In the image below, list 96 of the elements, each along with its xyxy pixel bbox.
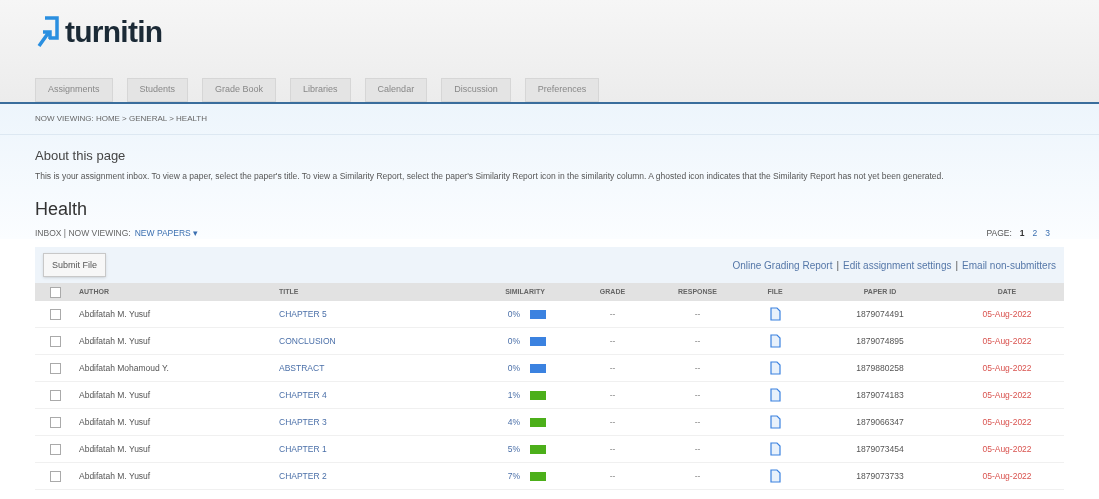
document-icon[interactable] [769,442,781,457]
response-cell: -- [694,307,701,321]
similarity-percent[interactable]: 4% [507,415,520,429]
paper-title-link[interactable]: CHAPTER 1 [279,443,327,454]
document-icon[interactable] [769,469,781,484]
date-cell: 05-Aug-2022 [982,415,1032,429]
checkbox[interactable] [49,308,61,320]
grade-cell: -- [609,388,616,402]
toolbar-link[interactable]: Edit assignment settings [843,257,952,273]
similarity-bar[interactable] [530,417,546,427]
nav-tab[interactable]: Calendar [364,78,428,102]
checkbox[interactable] [49,416,61,428]
grade-cell: -- [609,334,616,348]
paper-id-cell: 1879066347 [856,415,904,429]
document-icon[interactable] [769,334,781,349]
turnitin-logo[interactable]: turnitin [35,12,163,52]
paper-id-cell: 1879073454 [856,442,904,456]
response-cell: -- [694,415,701,429]
similarity-bar[interactable] [530,309,546,319]
breadcrumb: NOW VIEWING: HOME > GENERAL > HEALTH [35,113,208,125]
page-label: PAGE: [986,226,1012,240]
paper-id-cell: 1879074491 [856,307,904,321]
nav-tab[interactable]: Preferences [524,78,600,102]
about-title: About this page [35,147,126,165]
paper-title-link[interactable]: CONCLUSION [279,335,336,346]
author-cell: Abdifatah M. Yusuf [79,470,151,481]
separator: | [836,258,840,273]
grade-cell: -- [609,415,616,429]
document-icon[interactable] [769,307,781,322]
page-heading: Health [35,197,88,221]
checkbox[interactable] [49,470,61,482]
nav-tab[interactable]: Grade Book [202,78,277,102]
similarity-percent[interactable]: 0% [507,334,520,348]
author-cell: Abdifatah M. Yusuf [79,443,151,454]
author-cell: Abdifatah M. Yusuf [79,335,151,346]
paper-id-cell: 1879074183 [856,388,904,402]
response-cell: -- [694,469,701,483]
author-cell: Abdifatah M. Yusuf [79,416,151,427]
page-link[interactable]: 1 [1019,226,1025,240]
paper-title-link[interactable]: CHAPTER 5 [279,308,327,319]
checkbox[interactable] [49,286,61,298]
inbox-label: INBOX | NOW VIEWING: [35,226,131,240]
paper-title-link[interactable]: ABSTRACT [279,362,325,373]
checkbox[interactable] [49,443,61,455]
paper-title-link[interactable]: CHAPTER 3 [279,416,327,427]
author-cell: Abdifatah M. Yusuf [79,308,151,319]
author-cell: Abdifatah M. Yusuf [79,389,151,400]
grade-cell: -- [609,469,616,483]
date-cell: 05-Aug-2022 [982,469,1032,483]
document-icon[interactable] [769,388,781,403]
date-cell: 05-Aug-2022 [982,388,1032,402]
about-text: This is your assignment inbox. To view a paper, select the paper's title. To view a Similarity Report, select the paper's Similarity Report icon in the similarity column. A ghosted icon indicates that the Similarity Report has not yet been generated. [35,169,945,183]
grade-cell: -- [609,307,616,321]
paper-title-link[interactable]: CHAPTER 2 [279,470,327,481]
submit-file-button[interactable]: Submit File [43,253,106,278]
arrow-logo-icon [35,15,61,49]
similarity-bar[interactable] [530,444,546,454]
checkbox[interactable] [49,335,61,347]
nav-tab[interactable]: Discussion [441,78,511,102]
similarity-bar[interactable] [530,390,546,400]
toolbar-link[interactable]: Email non-submitters [962,257,1056,273]
page-link[interactable]: 3 [1045,226,1050,240]
nav-tab[interactable]: Libraries [290,78,351,102]
view-dropdown[interactable]: NEW PAPERS ▾ [134,226,199,240]
similarity-bar[interactable] [530,363,546,373]
response-cell: -- [694,361,701,375]
grade-cell: -- [609,361,616,375]
similarity-bar[interactable] [530,336,546,346]
paper-title-link[interactable]: CHAPTER 4 [279,389,327,400]
response-cell: -- [694,334,701,348]
document-icon[interactable] [769,361,781,376]
nav-tab[interactable]: Students [126,78,189,102]
checkbox[interactable] [49,389,61,401]
paper-id-cell: 1879074895 [856,334,904,348]
similarity-bar[interactable] [530,471,546,481]
date-cell: 05-Aug-2022 [982,442,1032,456]
author-cell: Abdifatah Mohamoud Y. [79,362,169,373]
separator: | [955,258,959,273]
checkbox[interactable] [49,362,61,374]
page-link[interactable]: 2 [1032,226,1038,240]
toolbar-link[interactable]: Online Grading Report [732,257,833,273]
similarity-percent[interactable]: 0% [507,361,520,375]
date-cell: 05-Aug-2022 [982,307,1032,321]
similarity-percent[interactable]: 5% [507,442,520,456]
nav-tab[interactable]: Assignments [35,78,113,102]
paper-id-cell: 1879880258 [856,361,904,375]
document-icon[interactable] [769,415,781,430]
date-cell: 05-Aug-2022 [982,361,1032,375]
response-cell: -- [694,388,701,402]
similarity-percent[interactable]: 1% [507,388,520,402]
response-cell: -- [694,442,701,456]
paper-id-cell: 1879073733 [856,469,904,483]
similarity-percent[interactable]: 0% [507,307,520,321]
date-cell: 05-Aug-2022 [982,334,1032,348]
similarity-percent[interactable]: 7% [507,469,520,483]
grade-cell: -- [609,442,616,456]
